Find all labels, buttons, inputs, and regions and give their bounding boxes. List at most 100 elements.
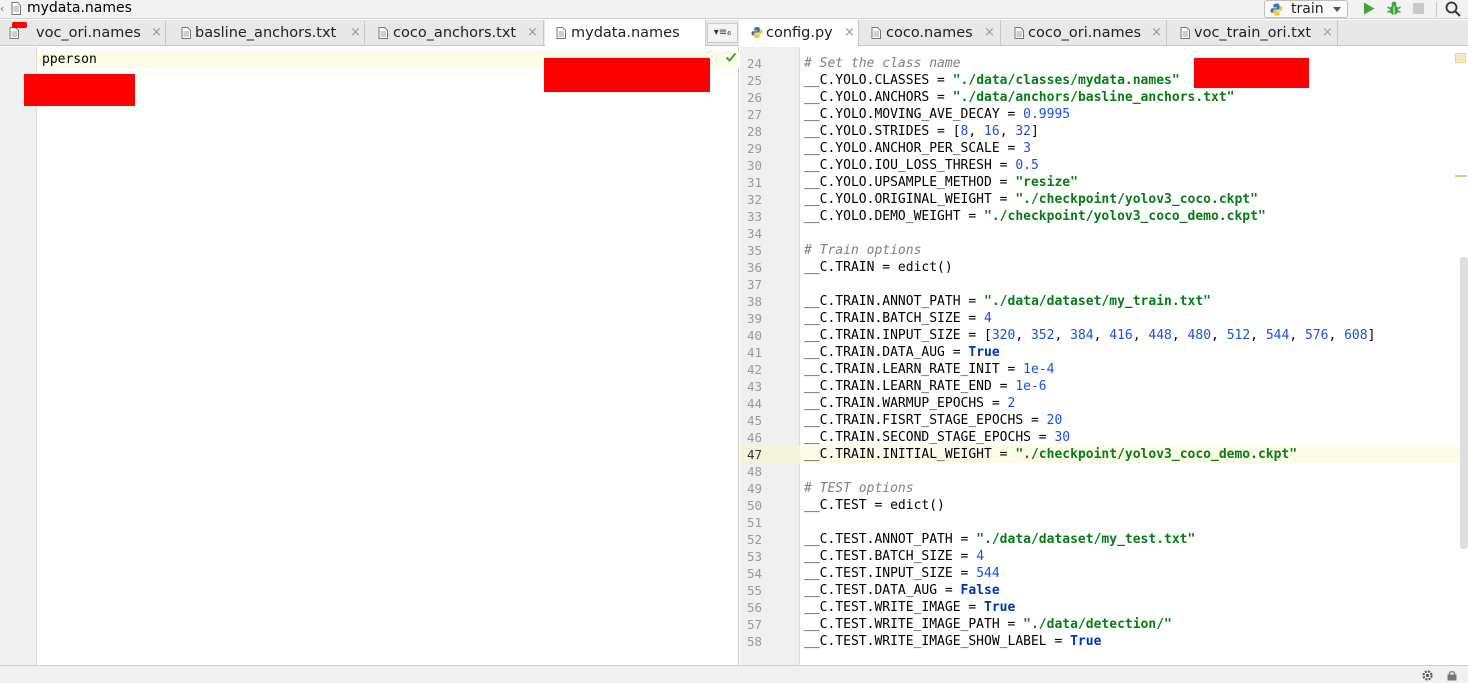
- code-text[interactable]: __C.YOLO.ANCHORS = "./data/anchors/basli…: [804, 89, 1234, 106]
- code-text[interactable]: __C.TRAIN.ANNOT_PATH = "./data/dataset/m…: [804, 293, 1211, 310]
- code-line[interactable]: 27 __C.YOLO.MOVING_AVE_DECAY = 0.9995: [740, 106, 1468, 123]
- stop-icon[interactable]: [1413, 3, 1424, 14]
- code-text[interactable]: __C.TRAIN.FISRT_STAGE_EPOCHS = 20: [804, 412, 1062, 429]
- code-line[interactable]: 30 __C.YOLO.IOU_LOSS_THRESH = 0.5: [740, 157, 1468, 174]
- code-line[interactable]: 31 __C.YOLO.UPSAMPLE_METHOD = "resize": [740, 174, 1468, 191]
- code-text[interactable]: __C.TEST = edict(): [804, 497, 945, 514]
- code-text[interactable]: __C.TRAIN.BATCH_SIZE = 4: [804, 310, 992, 327]
- vertical-scrollbar[interactable]: [1460, 257, 1468, 549]
- code-line[interactable]: 53 __C.TEST.BATCH_SIZE = 4: [740, 548, 1468, 565]
- code-line[interactable]: 40 __C.TRAIN.INPUT_SIZE = [320, 352, 384,…: [740, 327, 1468, 344]
- code-line[interactable]: 26 __C.YOLO.ANCHORS = "./data/anchors/bas…: [740, 89, 1468, 106]
- code-text[interactable]: __C.TEST.WRITE_IMAGE = True: [804, 599, 1015, 616]
- code-text[interactable]: __C.TRAIN = edict(): [804, 259, 953, 276]
- code-line[interactable]: 51: [740, 514, 1468, 531]
- tab-coco-ori-names[interactable]: coco_ori.names ×: [1002, 20, 1167, 46]
- right-editor-pane[interactable]: 24 # Set the class name 25 __C.YOLO.CLASSES…: [740, 47, 1468, 665]
- code-text[interactable]: __C.YOLO.ORIGINAL_WEIGHT = "./checkpoint…: [804, 191, 1258, 208]
- code-line[interactable]: 54 __C.TEST.INPUT_SIZE = 544: [740, 565, 1468, 582]
- code-text[interactable]: __C.TRAIN.INPUT_SIZE = [320, 352, 384, 4…: [804, 327, 1375, 344]
- code-text[interactable]: __C.TRAIN.SECOND_STAGE_EPOCHS = 30: [804, 429, 1070, 446]
- editor-line-text[interactable]: pperson: [42, 52, 97, 67]
- close-icon[interactable]: ×: [984, 20, 995, 46]
- close-icon[interactable]: ×: [844, 20, 855, 46]
- code-text[interactable]: __C.YOLO.ANCHOR_PER_SCALE = 3: [804, 140, 1031, 157]
- code-line[interactable]: 43 __C.TRAIN.LEARN_RATE_END = 1e-6: [740, 378, 1468, 395]
- code-line[interactable]: 25 __C.YOLO.CLASSES = "./data/classes/myd…: [740, 72, 1468, 89]
- code-token: __C.YOLO.DEMO_WEIGHT =: [804, 209, 985, 224]
- code-text[interactable]: __C.YOLO.UPSAMPLE_METHOD = "resize": [804, 174, 1078, 191]
- code-line[interactable]: 47 __C.TRAIN.INITIAL_WEIGHT = "./checkpoi…: [740, 446, 1468, 463]
- close-icon[interactable]: ×: [350, 20, 361, 46]
- code-line[interactable]: 52 __C.TEST.ANNOT_PATH = "./data/dataset/…: [740, 531, 1468, 548]
- code-line[interactable]: 34: [740, 225, 1468, 242]
- code-text[interactable]: __C.TEST.WRITE_IMAGE_PATH = "./data/dete…: [804, 616, 1172, 633]
- tab-coco-anchors[interactable]: coco_anchors.txt ×: [366, 20, 544, 46]
- search-icon[interactable]: [1444, 0, 1462, 18]
- code-text[interactable]: __C.YOLO.DEMO_WEIGHT = "./checkpoint/yol…: [804, 208, 1266, 225]
- close-icon[interactable]: ×: [151, 20, 162, 46]
- code-text[interactable]: __C.YOLO.STRIDES = [8, 16, 32]: [804, 123, 1039, 140]
- run-icon[interactable]: [1362, 1, 1376, 16]
- code-lines[interactable]: 24 # Set the class name 25 __C.YOLO.CLASSES…: [740, 55, 1468, 650]
- code-text[interactable]: __C.TRAIN.DATA_AUG = True: [804, 344, 1000, 361]
- line-number: 24: [746, 56, 762, 71]
- debug-icon[interactable]: [1386, 0, 1402, 17]
- line-number: 32: [746, 192, 762, 207]
- code-text[interactable]: __C.TEST.DATA_AUG = False: [804, 582, 1000, 599]
- code-text[interactable]: # Train options: [804, 242, 921, 259]
- close-icon[interactable]: ×: [1151, 20, 1162, 46]
- tab-overflow-menu-icon[interactable]: ▾≡₆: [707, 23, 738, 43]
- code-line[interactable]: 49 # TEST options: [740, 480, 1468, 497]
- code-line[interactable]: 57 __C.TEST.WRITE_IMAGE_PATH = "./data/de…: [740, 616, 1468, 633]
- code-line[interactable]: 29 __C.YOLO.ANCHOR_PER_SCALE = 3: [740, 140, 1468, 157]
- lock-icon[interactable]: [1446, 670, 1458, 681]
- code-line[interactable]: 46 __C.TRAIN.SECOND_STAGE_EPOCHS = 30: [740, 429, 1468, 446]
- close-icon[interactable]: ×: [1322, 20, 1333, 46]
- code-text[interactable]: __C.TRAIN.WARMUP_EPOCHS = 2: [804, 395, 1015, 412]
- code-line[interactable]: 56 __C.TEST.WRITE_IMAGE = True: [740, 599, 1468, 616]
- code-line[interactable]: 32 __C.YOLO.ORIGINAL_WEIGHT = "./checkpoi…: [740, 191, 1468, 208]
- code-line[interactable]: 28 __C.YOLO.STRIDES = [8, 16, 32]: [740, 123, 1468, 140]
- code-line[interactable]: 45 __C.TRAIN.FISRT_STAGE_EPOCHS = 20: [740, 412, 1468, 429]
- code-token: __C.TRAIN.DATA_AUG =: [804, 345, 969, 360]
- code-text[interactable]: __C.TEST.ANNOT_PATH = "./data/dataset/my…: [804, 531, 1195, 548]
- code-line[interactable]: 48: [740, 463, 1468, 480]
- code-line[interactable]: 35 # Train options: [740, 242, 1468, 259]
- nav-chevron-icon[interactable]: ‹: [0, 1, 6, 17]
- code-text[interactable]: __C.TEST.WRITE_IMAGE_SHOW_LABEL = True: [804, 633, 1101, 650]
- tab-basline-anchors[interactable]: basline_anchors.txt ×: [167, 20, 365, 46]
- run-configuration-selector[interactable]: train: [1264, 0, 1348, 18]
- code-line[interactable]: 55 __C.TEST.DATA_AUG = False: [740, 582, 1468, 599]
- close-icon[interactable]: ×: [527, 20, 538, 46]
- code-text[interactable]: __C.YOLO.IOU_LOSS_THRESH = 0.5: [804, 157, 1039, 174]
- code-line[interactable]: 42 __C.TRAIN.LEARN_RATE_INIT = 1e-4: [740, 361, 1468, 378]
- code-text[interactable]: __C.YOLO.MOVING_AVE_DECAY = 0.9995: [804, 106, 1070, 123]
- gear-icon[interactable]: [1421, 669, 1434, 682]
- code-line[interactable]: 24 # Set the class name: [740, 55, 1468, 72]
- code-text[interactable]: __C.YOLO.CLASSES = "./data/classes/mydat…: [804, 72, 1180, 89]
- code-text[interactable]: __C.TEST.BATCH_SIZE = 4: [804, 548, 984, 565]
- code-line[interactable]: 38 __C.TRAIN.ANNOT_PATH = "./data/dataset…: [740, 293, 1468, 310]
- code-line[interactable]: 36 __C.TRAIN = edict(): [740, 259, 1468, 276]
- code-text[interactable]: __C.TRAIN.INITIAL_WEIGHT = "./checkpoint…: [804, 446, 1297, 463]
- nav-breadcrumb-file[interactable]: mydata.names: [27, 0, 132, 19]
- code-text[interactable]: __C.TEST.INPUT_SIZE = 544: [804, 565, 1000, 582]
- tab-coco-names[interactable]: coco.names ×: [860, 20, 1001, 46]
- code-text[interactable]: __C.TRAIN.LEARN_RATE_END = 1e-6: [804, 378, 1047, 395]
- code-line[interactable]: 58 __C.TEST.WRITE_IMAGE_SHOW_LABEL = True: [740, 633, 1468, 650]
- left-editor-gutter[interactable]: [0, 47, 37, 665]
- code-line[interactable]: 44 __C.TRAIN.WARMUP_EPOCHS = 2: [740, 395, 1468, 412]
- tab-config-py[interactable]: config.py ×: [740, 20, 859, 46]
- tab-voc-train-ori[interactable]: voc_train_ori.txt ×: [1168, 20, 1338, 46]
- code-text[interactable]: # TEST options: [804, 480, 914, 497]
- code-text[interactable]: __C.TRAIN.LEARN_RATE_INIT = 1e-4: [804, 361, 1054, 378]
- code-line[interactable]: 39 __C.TRAIN.BATCH_SIZE = 4: [740, 310, 1468, 327]
- code-line[interactable]: 37: [740, 276, 1468, 293]
- code-line[interactable]: 41 __C.TRAIN.DATA_AUG = True: [740, 344, 1468, 361]
- code-text[interactable]: # Set the class name: [804, 55, 961, 72]
- tab-mydata-names[interactable]: mydata.names: [545, 20, 706, 46]
- code-line[interactable]: 33 __C.YOLO.DEMO_WEIGHT = "./checkpoint/y…: [740, 208, 1468, 225]
- left-editor-pane[interactable]: pperson: [0, 47, 739, 665]
- code-line[interactable]: 50 __C.TEST = edict(): [740, 497, 1468, 514]
